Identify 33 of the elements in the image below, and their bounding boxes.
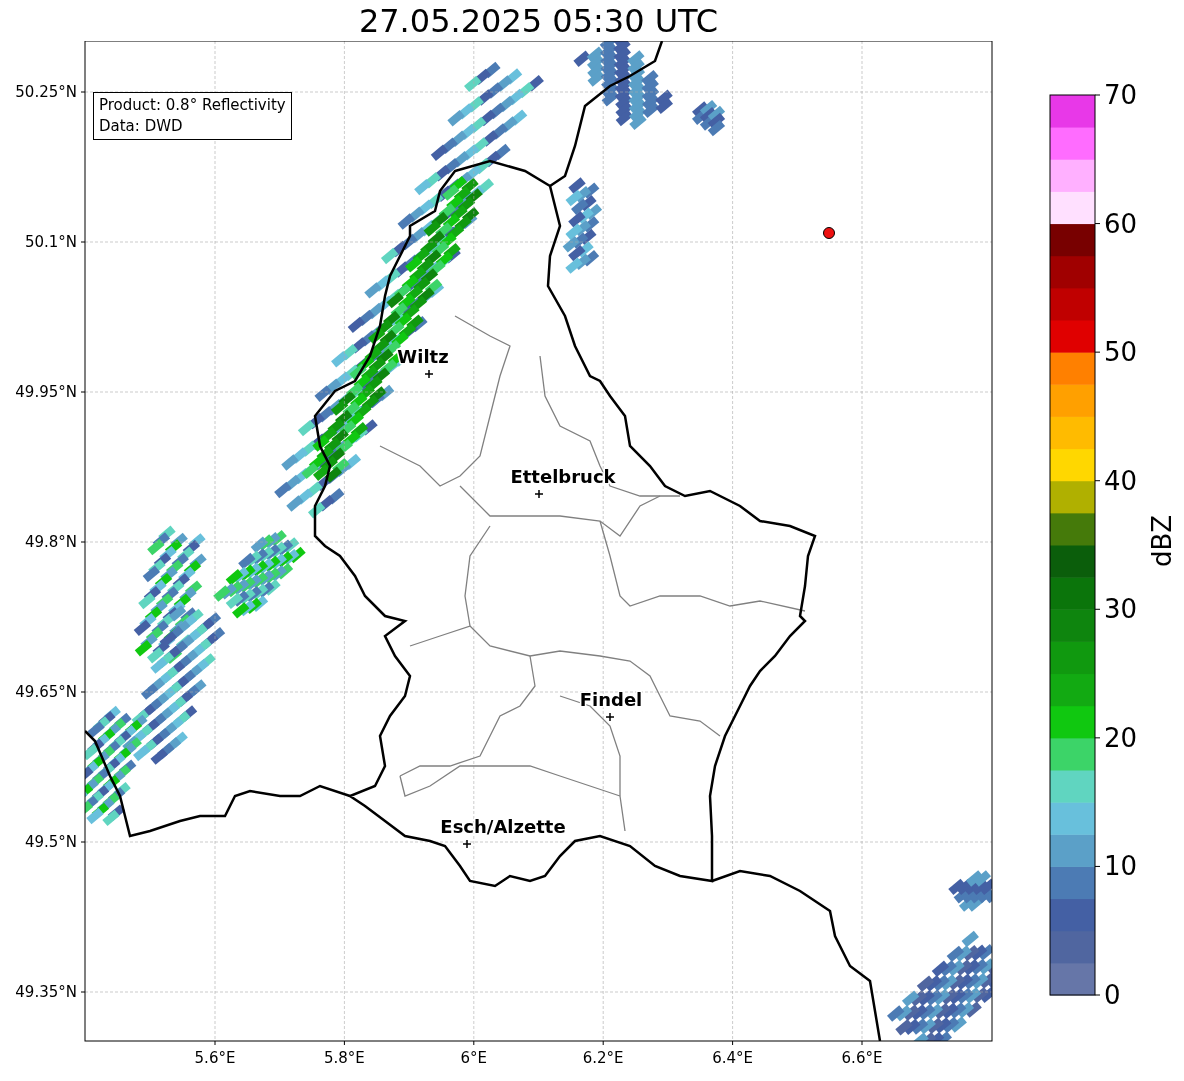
colorbar-tick-label: 10 xyxy=(1104,851,1138,882)
axis-tick-label: 5.8°E xyxy=(324,1049,365,1067)
axis-tick-label: 6.2°E xyxy=(582,1049,624,1067)
city-label: Ettelbruck xyxy=(510,466,616,487)
colorbar-tick-label: 20 xyxy=(1104,722,1138,753)
city-marker-icon xyxy=(605,712,615,722)
colorbar-tick-label: 0 xyxy=(1104,980,1121,1010)
legend-text: Product: 0.8° Reflectivity xyxy=(99,95,286,116)
legend-text: Data: DWD xyxy=(99,116,184,137)
city-marker-icon xyxy=(462,839,472,849)
axis-tick-label: 49.95°N xyxy=(15,383,77,401)
colorbar-tick-label: 60 xyxy=(1104,208,1138,239)
axis-tick-label: 5.6°E xyxy=(194,1049,236,1067)
axis-tick-label: 49.8°N xyxy=(24,533,77,551)
axis-tick-label: 6°E xyxy=(460,1049,488,1067)
axis-tick-label: 50.25°N xyxy=(15,83,77,101)
axis-tick-label: 49.35°N xyxy=(15,983,77,1001)
colorbar-tick-label: 50 xyxy=(1104,337,1138,368)
city-label: Esch/Alzette xyxy=(440,816,566,837)
axis-tick-label: 6.4°E xyxy=(712,1049,753,1067)
axis-tick-label: 49.5°N xyxy=(24,833,77,851)
city-marker-icon xyxy=(534,489,544,499)
city-label: Findel xyxy=(579,689,643,710)
colorbar-tick-label: 40 xyxy=(1104,465,1138,496)
colorbar-label: dBZ xyxy=(1147,514,1177,567)
city-marker-icon xyxy=(424,369,434,379)
colorbar-tick-label: 30 xyxy=(1104,594,1138,625)
axis-tick-label: 6.6°E xyxy=(841,1049,883,1067)
colorbar-tick-label: 70 xyxy=(1104,80,1138,110)
location-dot-icon xyxy=(823,227,835,239)
axis-tick-label: 49.65°N xyxy=(15,683,77,701)
axis-tick-label: 50.1°N xyxy=(24,233,77,251)
chart-title: 27.05.2025 05:30 UTC xyxy=(357,0,720,41)
